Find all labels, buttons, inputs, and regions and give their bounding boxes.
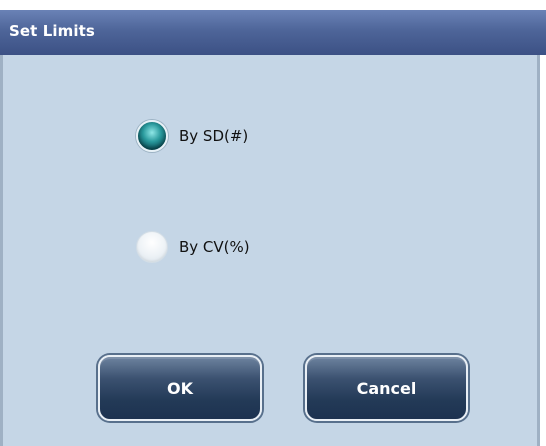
dialog-title: Set Limits	[9, 22, 95, 40]
radio-unselected-icon[interactable]	[136, 231, 168, 263]
dialog-titlebar: Set Limits	[0, 10, 546, 55]
radio-option-by-cv[interactable]: By CV(%)	[136, 229, 250, 265]
radio-option-by-sd[interactable]: By SD(#)	[136, 118, 248, 154]
radio-label-by-sd: By SD(#)	[179, 127, 249, 145]
radio-selected-icon[interactable]	[136, 120, 168, 152]
cancel-button[interactable]: Cancel	[305, 355, 468, 421]
radio-label-by-cv: By CV(%)	[179, 238, 250, 256]
set-limits-dialog: Set Limits By SD(#) By CV(%) OK Cancel	[0, 10, 546, 446]
ok-button[interactable]: OK	[98, 355, 262, 421]
